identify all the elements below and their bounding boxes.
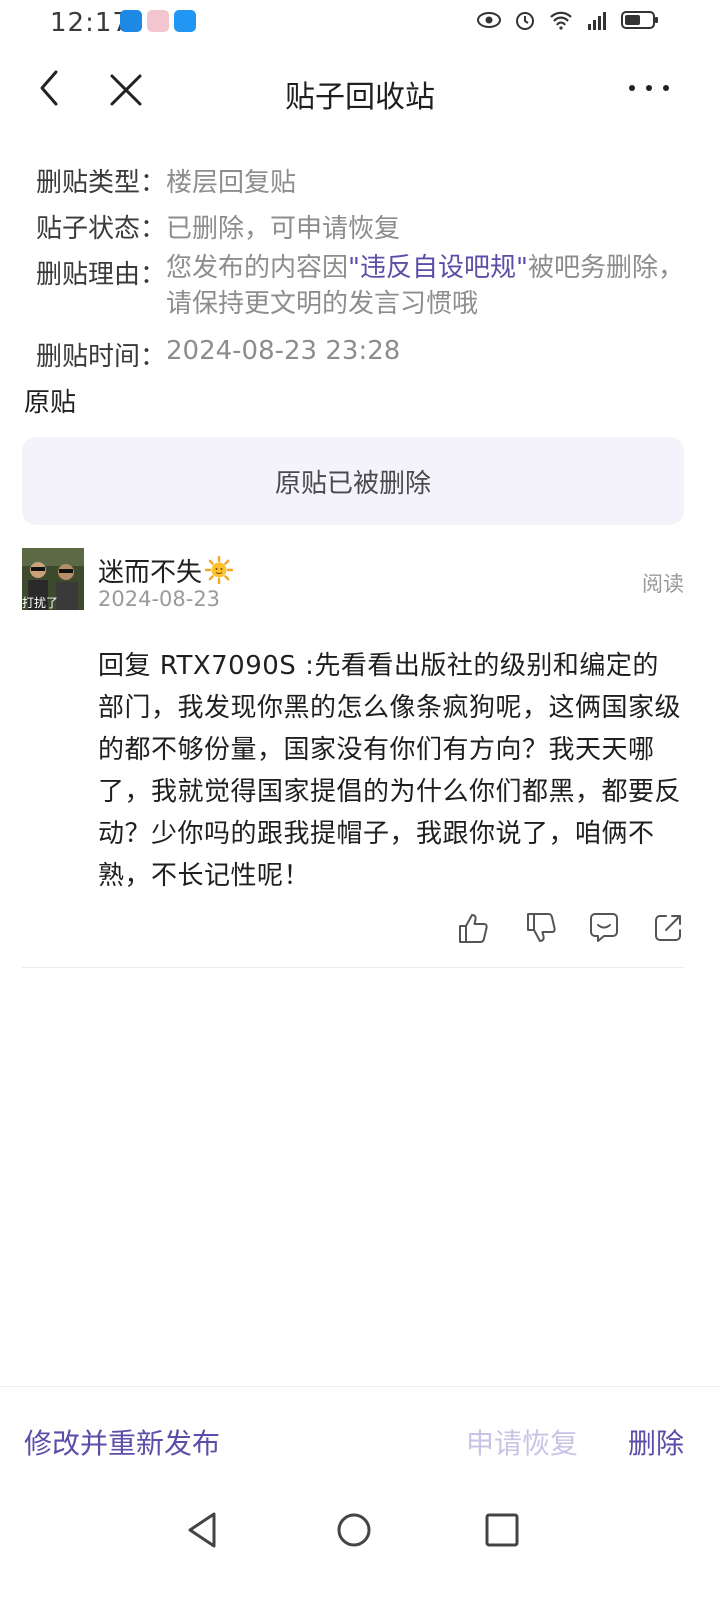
status-time: 12:17 — [50, 8, 130, 38]
edit-republish-button[interactable]: 修改并重新发布 — [24, 1422, 220, 1462]
eye-icon — [477, 12, 501, 28]
bottom-bar-divider — [0, 1386, 720, 1387]
read-button[interactable]: 阅读 — [642, 568, 684, 598]
reply-divider — [22, 967, 684, 968]
deleted-notice: 原贴已被删除 — [22, 437, 684, 525]
weather-app-icon — [120, 10, 142, 32]
system-recents-icon[interactable] — [480, 1508, 524, 1552]
username[interactable]: 迷而不失 — [98, 552, 202, 589]
avatar[interactable]: 打扰了 — [22, 548, 84, 610]
search-app-icon — [174, 10, 196, 32]
system-home-icon[interactable] — [332, 1508, 376, 1552]
dislike-icon[interactable] — [522, 910, 558, 946]
type-value: 楼层回复贴 — [166, 168, 297, 198]
state-value: 已删除，可申请恢复 — [166, 214, 401, 244]
status-icons — [476, 8, 660, 32]
reason-value: 您发布的内容因"违反自设吧规"被吧务删除，请保持更文明的发言习惯哦 — [166, 250, 686, 322]
time-label: 删贴时间： — [36, 342, 167, 372]
reply-date: 2024-08-23 — [98, 587, 221, 611]
reason-label: 删贴理由： — [36, 260, 167, 290]
state-label: 贴子状态： — [36, 214, 167, 244]
type-label: 删贴类型： — [36, 168, 167, 198]
alarm-icon — [516, 12, 534, 30]
delete-button[interactable]: 删除 — [628, 1422, 684, 1462]
time-value: 2024-08-23 23:28 — [166, 336, 401, 366]
comment-icon[interactable] — [586, 910, 622, 946]
avatar-caption: 打扰了 — [22, 596, 59, 610]
reply-content: 回复 RTX7090S :先看看出版社的级别和编定的部门，我发现你黑的怎么像条疯… — [98, 651, 682, 891]
system-back-icon[interactable] — [182, 1508, 226, 1552]
gift-app-icon — [147, 10, 169, 32]
share-icon[interactable] — [650, 910, 686, 946]
request-restore-button[interactable]: 申请恢复 — [466, 1422, 578, 1462]
battery-icon — [621, 11, 658, 29]
sun-emoji-icon — [205, 556, 233, 584]
rule-link[interactable]: "违反自设吧规" — [348, 253, 528, 283]
page-title: 贴子回收站 — [285, 80, 435, 115]
wifi-icon — [550, 11, 572, 30]
reason-prefix: 您发布的内容因 — [166, 253, 349, 283]
like-icon[interactable] — [454, 910, 490, 946]
more-options-icon[interactable] — [626, 76, 672, 100]
original-section-title: 原贴 — [24, 388, 77, 418]
signal-4g-icon — [588, 12, 606, 30]
